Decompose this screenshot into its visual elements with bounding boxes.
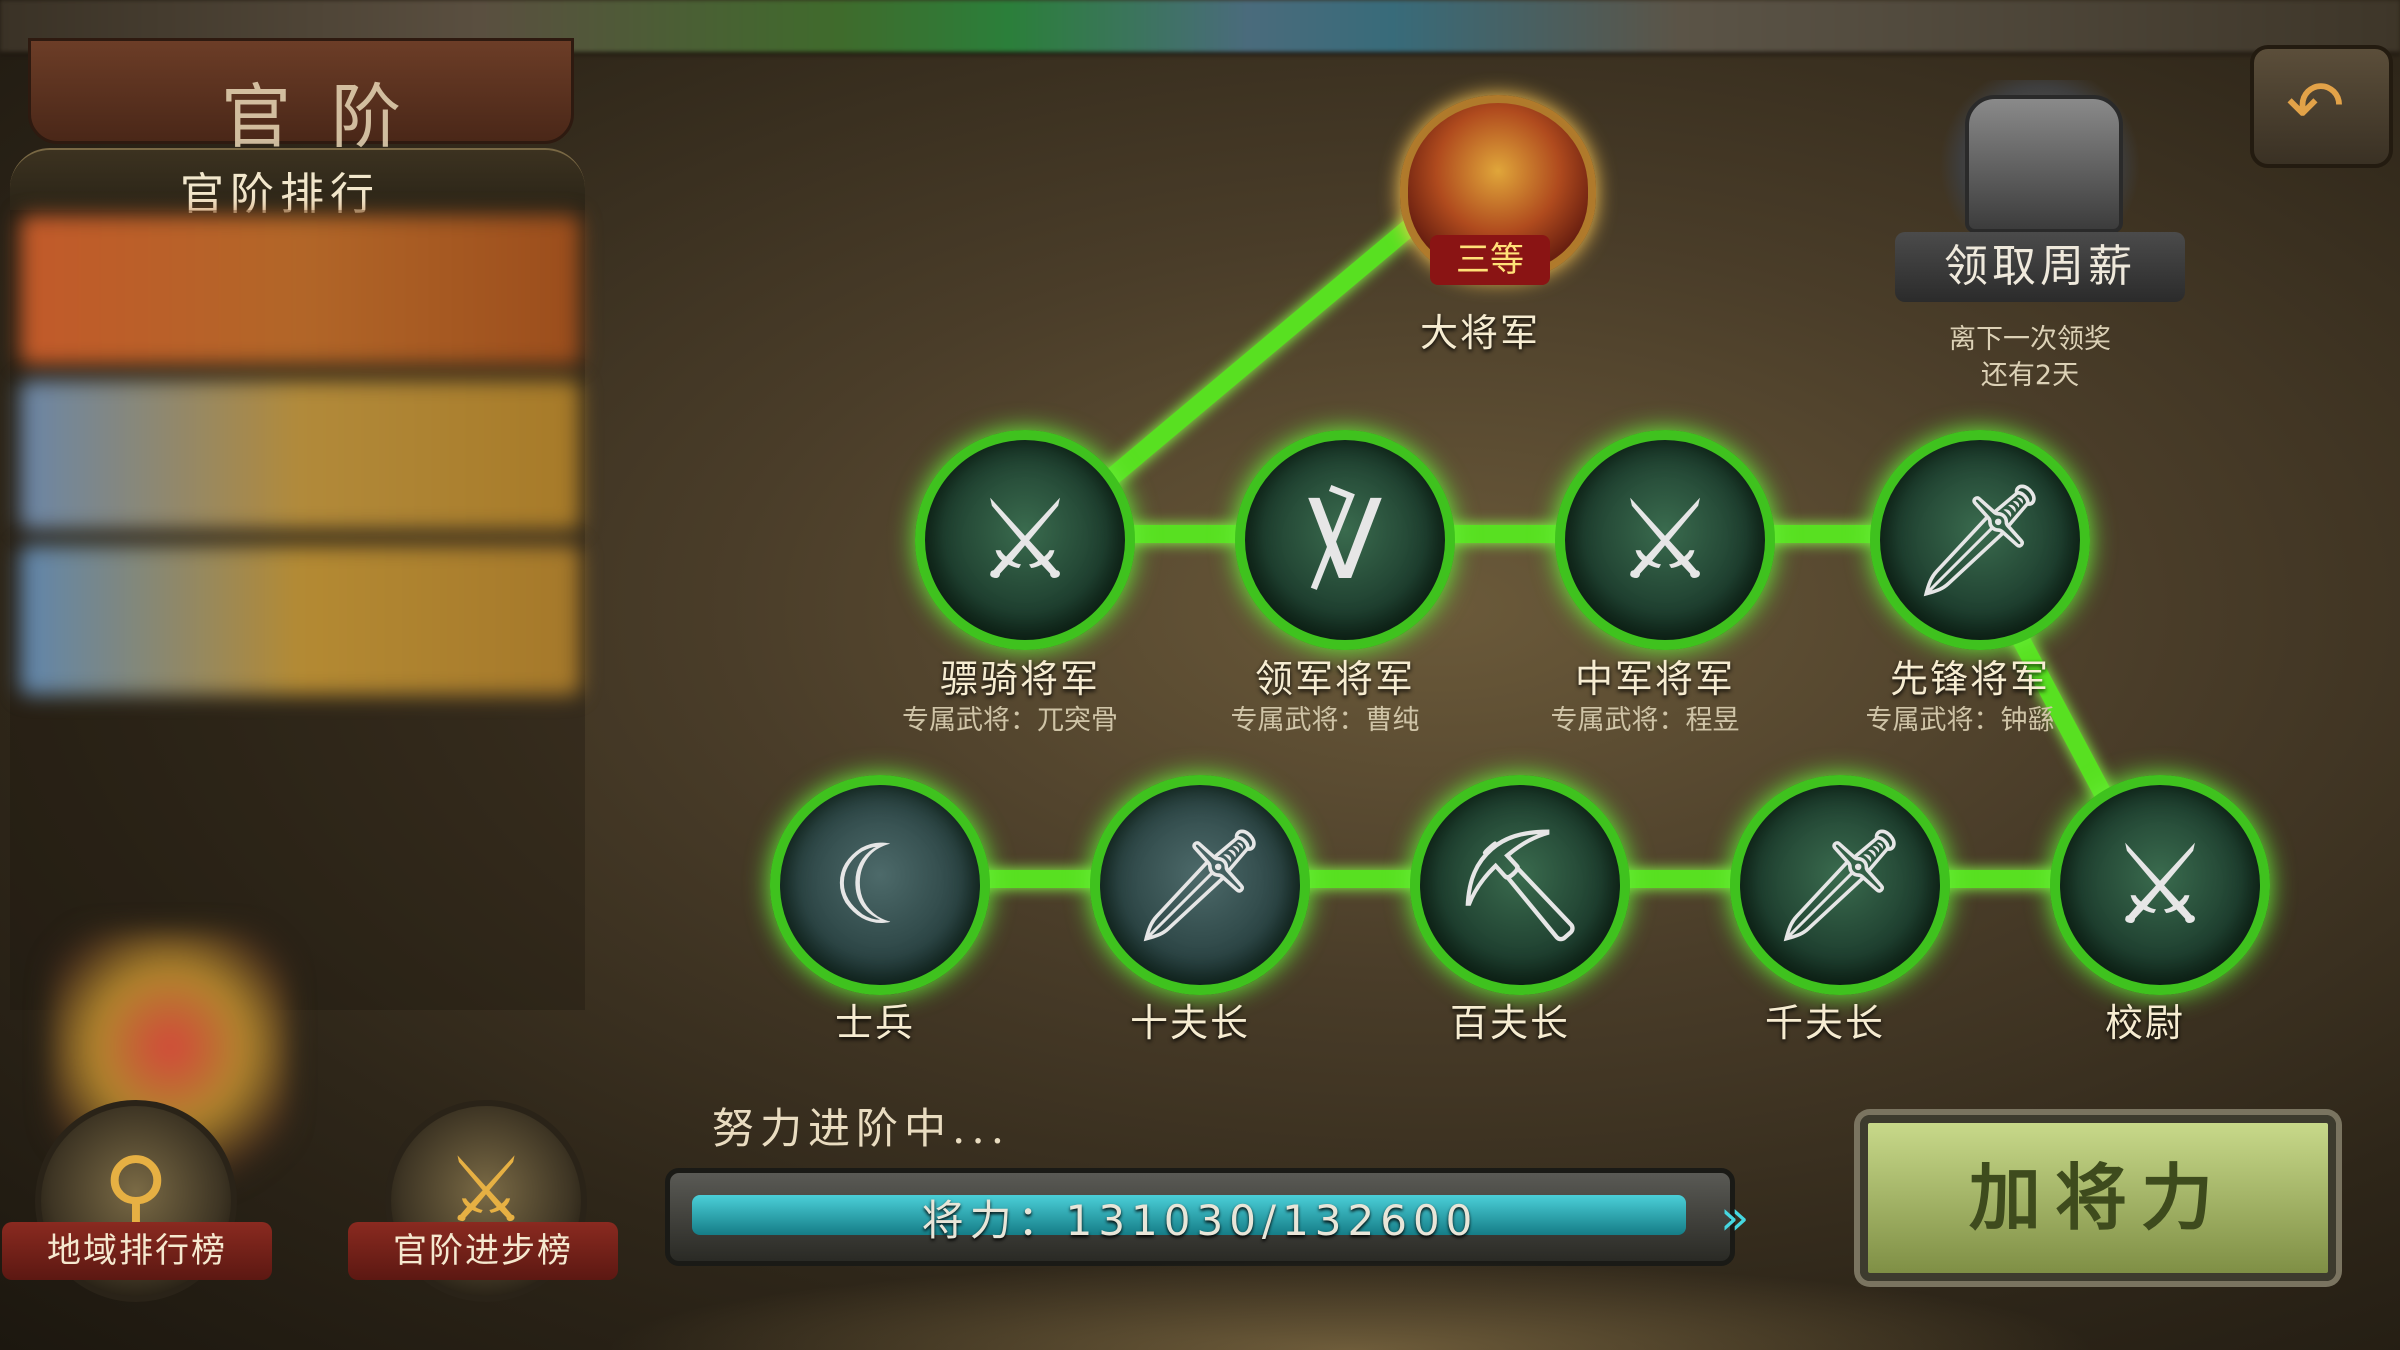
rank-node-lower[interactable]: ☾ (770, 775, 990, 995)
rank-label-lower: 士兵 (834, 1001, 915, 1045)
claim-weekly-salary-button[interactable]: 领取周薪 (1895, 232, 2185, 302)
promotion-rank-label[interactable]: 官阶进步榜 (348, 1222, 618, 1280)
sickle-icon: ☾ (830, 821, 930, 949)
rank-label-middle: 中军将军 (1574, 657, 1735, 701)
rank-node-middle[interactable]: 🗡 (1870, 430, 2090, 650)
rank-node-lower[interactable]: 🗡 (1090, 775, 1310, 995)
triple-swords-icon: ℣ (1307, 476, 1383, 604)
rank-node-lower[interactable]: ⚔ (2050, 775, 2270, 995)
next-reward-line2: 还有2天 (1980, 360, 2080, 391)
glaive-icon: ⚔ (2110, 821, 2210, 949)
rank-node-middle[interactable]: ⚔ (1555, 430, 1775, 650)
rank-label-lower: 千夫长 (1764, 1001, 1885, 1045)
rank-list-panel[interactable] (10, 210, 585, 1190)
rank-node-lower[interactable]: ⛏ (1410, 775, 1630, 995)
back-arrow-icon: ↶ (2286, 65, 2345, 147)
rank-node-top[interactable]: 三等 (1380, 65, 1600, 295)
next-reward-line1: 离下一次领奖 (1949, 324, 2111, 355)
treasure-chest-icon (1965, 95, 2123, 233)
rank-sub-middle: 专属武将：程昱 (1550, 705, 1740, 736)
rank-label-middle: 先锋将军 (1889, 657, 2050, 701)
rank-label-middle: 骠骑将军 (939, 657, 1100, 701)
add-power-button[interactable]: 加将力 (1860, 1115, 2336, 1281)
rank-node-middle[interactable]: ℣ (1235, 430, 1455, 650)
rank-label-middle: 领军将军 (1254, 657, 1415, 701)
double-chevron-right-icon: » (1720, 1190, 1750, 1246)
back-button[interactable]: ↶ (2250, 45, 2393, 168)
floor-ornament (600, 1260, 2100, 1350)
progress-text: 将力：131030/132600 (921, 1196, 1479, 1245)
rank-node-middle[interactable]: ⚔ (915, 430, 1135, 650)
sword-icon: 🗡 (1910, 476, 2050, 604)
rank-label-top: 大将军 (1419, 311, 1540, 355)
rank-label-lower: 十夫长 (1129, 1001, 1250, 1045)
rank-label-lower: 百夫长 (1449, 1001, 1570, 1045)
rank-node-lower[interactable]: 🗡 (1730, 775, 1950, 995)
rank-panel-header: 官阶排行 (10, 148, 585, 220)
rank-sub-middle: 专属武将：曹纯 (1230, 705, 1420, 736)
rank-list-item[interactable] (20, 545, 580, 695)
rank-label-lower: 校尉 (2104, 1001, 2185, 1045)
rank-sub-middle: 专属武将：兀突骨 (902, 705, 1118, 736)
power-progress-bar: 将力：131030/132600 (665, 1168, 1735, 1266)
rank-tier-badge: 三等 (1430, 235, 1550, 285)
crossed-swords-icon: ⚔ (1615, 476, 1715, 604)
region-rank-label[interactable]: 地域排行榜 (2, 1222, 272, 1280)
broadsword-icon: 🗡 (1770, 821, 1910, 949)
pickaxe-icon: ⛏ (1450, 821, 1590, 949)
page-title: 官阶 (221, 76, 441, 158)
progress-caption: 努力进阶中... (712, 1104, 1011, 1153)
title-plate: 官阶 (28, 38, 574, 158)
rank-sub-middle: 专属武将：钟繇 (1865, 705, 2055, 736)
rank-list-item[interactable] (20, 215, 580, 365)
dagger-icon: 🗡 (1130, 821, 1270, 949)
next-reward-note: 离下一次领奖 还有2天 (1880, 322, 2180, 394)
crossed-swords-icon: ⚔ (975, 476, 1075, 604)
rank-list-item[interactable] (20, 380, 580, 530)
